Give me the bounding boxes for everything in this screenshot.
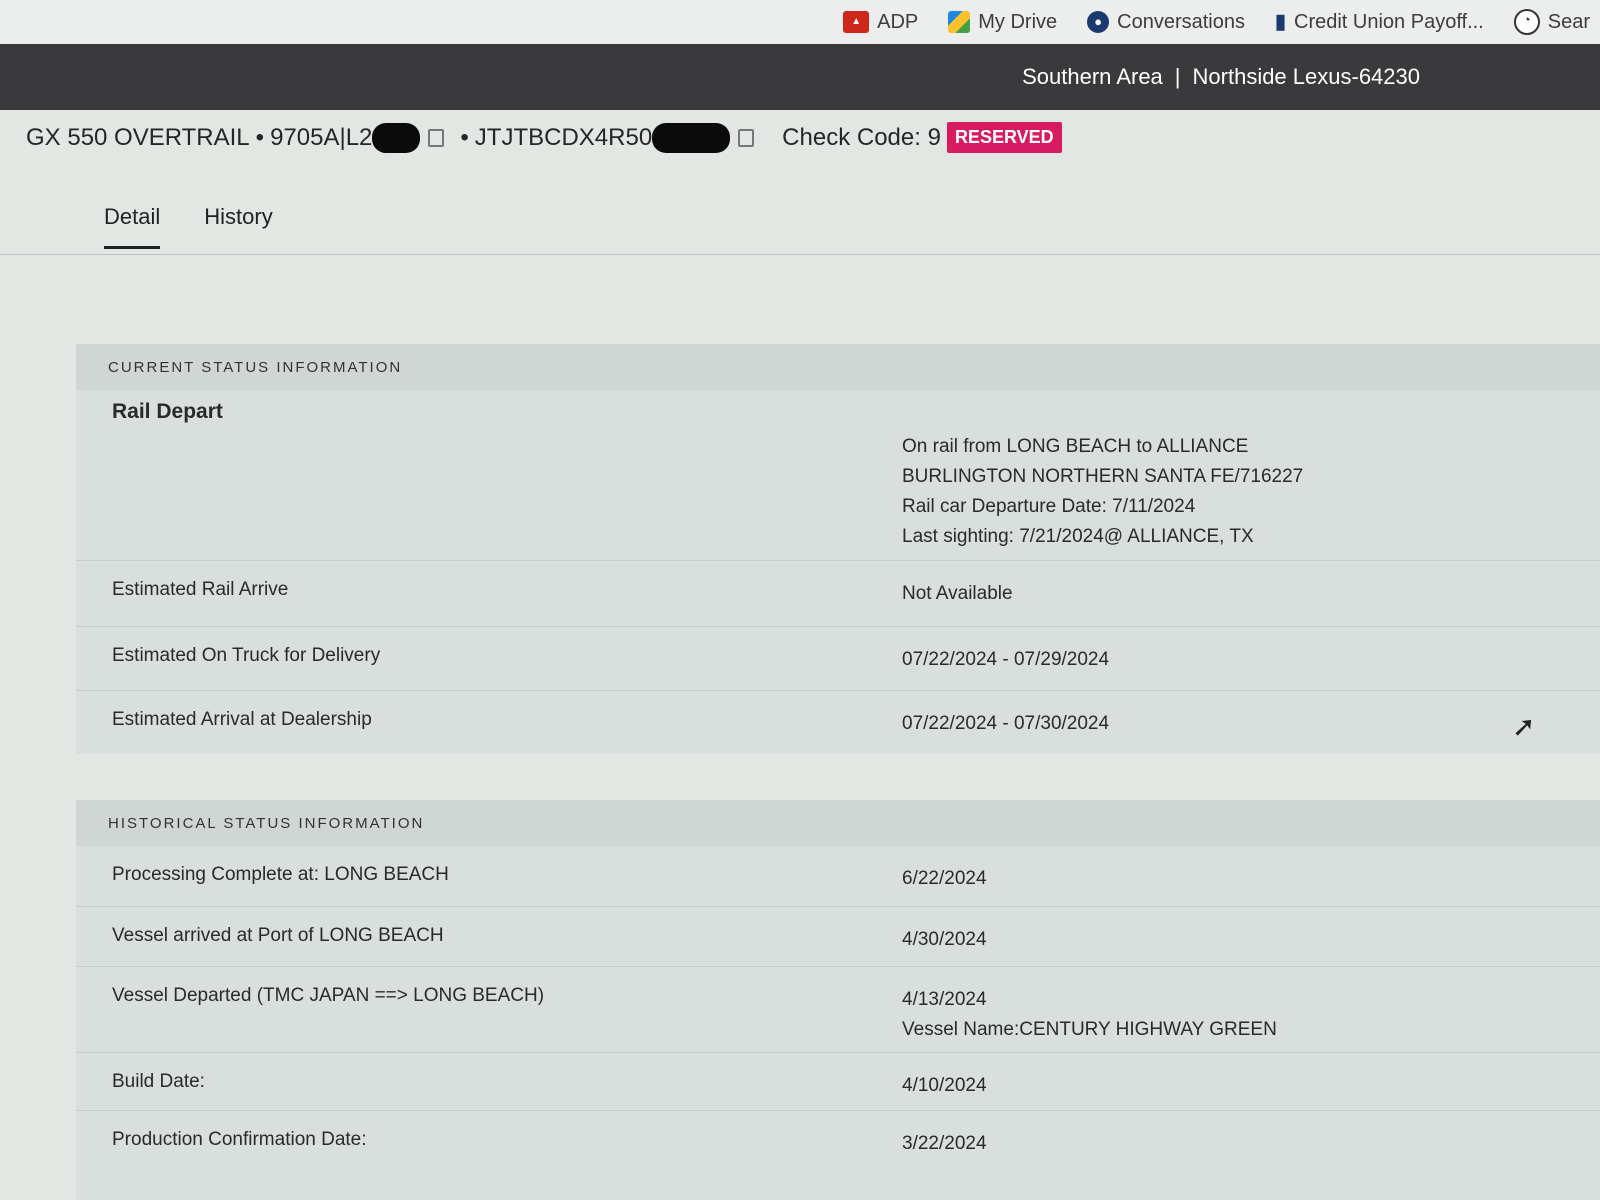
bookmark-credit-union-payoff[interactable]: ▮ Credit Union Payoff... <box>1275 11 1484 34</box>
current-status-section: CURRENT STATUS INFORMATION Rail Depart O… <box>76 344 1600 754</box>
history-label: Processing Complete at: LONG BEACH <box>112 864 449 885</box>
conversations-icon: ● <box>1087 11 1110 33</box>
separator-dot: • <box>255 123 265 151</box>
vin: JTJTBCDX4R50 <box>474 123 653 151</box>
status-row: Rail Depart On rail from LONG BEACH to A… <box>76 390 1600 560</box>
status-badge: RESERVED <box>946 122 1062 153</box>
bookmark-my-drive[interactable]: My Drive <box>948 11 1057 34</box>
check-code: Check Code: 9 <box>782 123 941 151</box>
bookmark-label: Sear <box>1547 10 1590 33</box>
dealer-name: Northside Lexus-64230 <box>1192 64 1420 89</box>
status-label: Estimated Arrival at Dealership <box>112 709 372 730</box>
redaction-mark <box>652 122 731 153</box>
history-value: 4/30/2024 <box>902 929 987 950</box>
section-heading: HISTORICAL STATUS INFORMATION <box>76 800 1600 846</box>
mouse-pointer-icon: ➚ <box>1512 711 1536 742</box>
copy-icon[interactable] <box>738 128 755 147</box>
app-header: Southern Area | Northside Lexus-64230 <box>0 44 1600 110</box>
vehicle-code: 9705A|L2 <box>270 123 373 151</box>
history-value: 6/22/2024 <box>902 868 987 889</box>
history-line: Vessel Name:CENTURY HIGHWAY GREEN <box>902 1019 1277 1040</box>
copy-icon[interactable] <box>428 128 445 147</box>
history-value: 4/10/2024 <box>902 1075 987 1096</box>
historical-status-section: HISTORICAL STATUS INFORMATION Processing… <box>76 800 1600 1200</box>
separator-dot: • <box>460 123 469 151</box>
vehicle-model: GX 550 OVERTRAIL <box>26 123 250 151</box>
vehicle-summary: GX 550 OVERTRAIL • 9705A|L2 • JTJTBCDX4R… <box>26 122 1062 153</box>
adp-icon: ▲ <box>843 11 870 33</box>
status-value: 07/22/2024 - 07/29/2024 <box>902 649 1110 670</box>
status-line: Last sighting: 7/21/2024@ ALLIANCE, TX <box>902 526 1254 547</box>
status-value: On rail from LONG BEACH to ALLIANCE BURL… <box>902 390 1303 560</box>
history-row: Vessel Departed (TMC JAPAN ==> LONG BEAC… <box>76 966 1600 1052</box>
history-row: Build Date: 4/10/2024 <box>76 1052 1600 1110</box>
status-row: Estimated Arrival at Dealership 07/22/20… <box>76 690 1600 754</box>
status-row: Estimated Rail Arrive Not Available <box>76 560 1600 626</box>
status-line: Rail car Departure Date: 7/11/2024 <box>902 496 1196 517</box>
history-label: Build Date: <box>112 1071 205 1092</box>
bookmark-label: ADP <box>877 10 919 33</box>
search-icon: ◔ <box>1513 9 1540 35</box>
tab-history[interactable]: History <box>204 204 272 249</box>
status-line: On rail from LONG BEACH to ALLIANCE <box>902 436 1249 457</box>
status-line: BURLINGTON NORTHERN SANTA FE/716227 <box>902 466 1304 487</box>
drive-icon <box>948 11 971 33</box>
status-label: Rail Depart <box>112 400 223 423</box>
history-line: 4/13/2024 <box>902 989 987 1010</box>
bookmark-adp[interactable]: ▲ ADP <box>843 11 918 34</box>
tab-bar: Detail History <box>104 204 273 249</box>
header-separator: | <box>1174 64 1181 89</box>
bookmark-label: My Drive <box>978 10 1058 33</box>
bookmarks-bar: ▲ ADP My Drive ● Conversations ▮ Credit … <box>0 0 1600 44</box>
history-label: Production Confirmation Date: <box>112 1129 367 1150</box>
bookmark-label: Conversations <box>1117 10 1245 33</box>
area-name: Southern Area <box>1022 64 1163 89</box>
status-value: 07/22/2024 - 07/30/2024 <box>902 713 1110 734</box>
status-label: Estimated On Truck for Delivery <box>112 645 381 666</box>
history-label: Vessel arrived at Port of LONG BEACH <box>112 925 444 946</box>
bookmark-search[interactable]: ◔ Sear <box>1513 9 1590 35</box>
history-value: 4/13/2024 Vessel Name:CENTURY HIGHWAY GR… <box>902 967 1277 1052</box>
fi-icon: ▮ <box>1275 11 1287 33</box>
history-value: 3/22/2024 <box>902 1133 987 1154</box>
history-label: Vessel Departed (TMC JAPAN ==> LONG BEAC… <box>112 985 545 1006</box>
history-row: Production Confirmation Date: 3/22/2024 <box>76 1110 1600 1170</box>
history-row: Processing Complete at: LONG BEACH 6/22/… <box>76 846 1600 906</box>
status-label: Estimated Rail Arrive <box>112 579 289 600</box>
bookmark-conversations[interactable]: ● Conversations <box>1087 11 1245 34</box>
tab-detail[interactable]: Detail <box>104 204 161 249</box>
history-row: Vessel arrived at Port of LONG BEACH 4/3… <box>76 906 1600 966</box>
divider <box>0 254 1600 255</box>
bookmark-label: Credit Union Payoff... <box>1294 10 1484 33</box>
status-value: Not Available <box>902 583 1013 604</box>
section-heading: CURRENT STATUS INFORMATION <box>76 344 1600 390</box>
status-row: Estimated On Truck for Delivery 07/22/20… <box>76 626 1600 690</box>
redaction-mark <box>372 122 421 153</box>
